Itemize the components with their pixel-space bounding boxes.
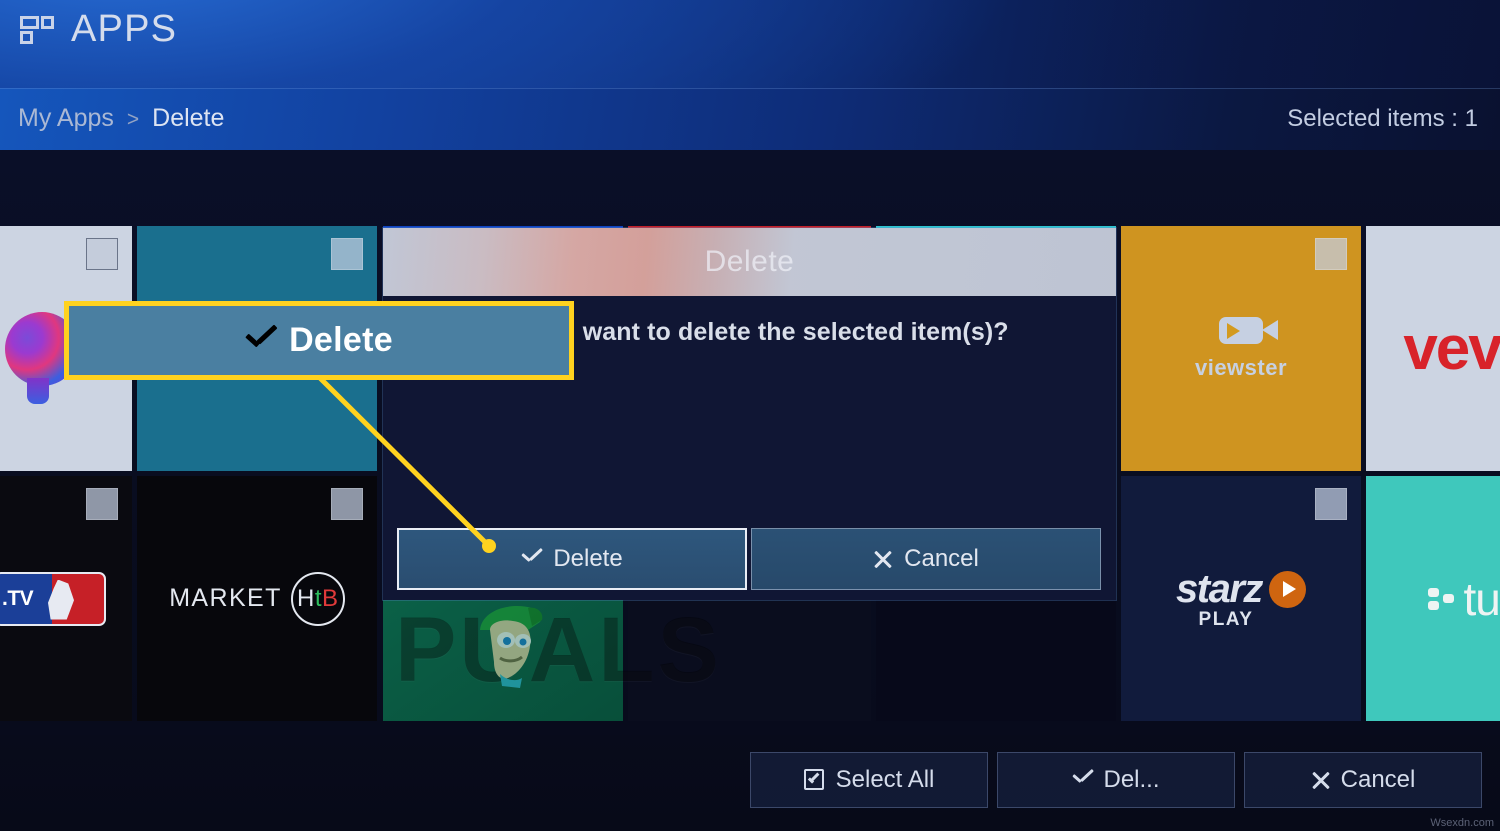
page-title: APPS xyxy=(71,8,178,50)
breadcrumb-bar: My Apps > Delete Selected items : 1 xyxy=(0,88,1500,150)
vevo-label: vevo xyxy=(1403,314,1500,383)
tile-checkbox[interactable] xyxy=(1315,488,1347,520)
mascot-icon xyxy=(480,606,543,688)
video-camera-icon xyxy=(1219,316,1278,344)
check-icon xyxy=(245,330,275,347)
breadcrumb-my-apps[interactable]: My Apps xyxy=(18,104,114,133)
dialog-cancel-label: Cancel xyxy=(904,545,979,572)
vevo-logo: vevo xyxy=(1366,226,1500,471)
hub-t: t xyxy=(314,584,323,612)
delete-button[interactable]: Del... xyxy=(997,752,1235,808)
dialog-cancel-button[interactable]: Cancel xyxy=(751,528,1101,590)
apps-grid-icon xyxy=(20,14,54,45)
cancel-label: Cancel xyxy=(1340,766,1416,793)
app-header-bar: APPS xyxy=(0,0,1500,88)
app-tile-tunein[interactable]: tun xyxy=(1366,476,1500,721)
delete-confirmation-dialog: Delete Do you want to delete the selecte… xyxy=(383,228,1116,600)
mlb-label: .TV xyxy=(2,586,34,610)
viewster-label: viewster xyxy=(1194,354,1288,380)
mlb-badge-icon: .TV xyxy=(0,571,106,626)
tunein-logo: tun xyxy=(1366,476,1500,721)
delete-label: Del... xyxy=(1103,766,1160,793)
bottom-button-row: Select All Del... Cancel xyxy=(750,752,1482,808)
breadcrumb-delete: Delete xyxy=(152,104,225,132)
breadcrumb: My Apps > Delete xyxy=(18,104,224,133)
x-icon xyxy=(873,549,893,569)
play-circle-icon xyxy=(1268,570,1306,608)
app-tile-vevo[interactable]: vevo xyxy=(1366,226,1500,471)
tile-checkbox[interactable] xyxy=(331,238,363,270)
tile-checkbox[interactable] xyxy=(86,238,118,270)
tunein-mark-icon xyxy=(1427,584,1456,614)
hub-b: B xyxy=(322,584,339,612)
tunein-label: tun xyxy=(1463,572,1500,625)
app-tile-starz-play[interactable]: starz PLAY xyxy=(1121,476,1361,721)
app-tile-mlb-tv[interactable]: .TV xyxy=(0,476,132,721)
annotation-callout-delete: Delete xyxy=(64,301,574,380)
tile-checkbox[interactable] xyxy=(1315,238,1347,270)
starz-label: starz xyxy=(1176,566,1263,611)
checkbox-check-icon xyxy=(803,768,826,792)
annotation-callout-label: Delete xyxy=(289,321,393,359)
select-all-button[interactable]: Select All xyxy=(750,752,988,808)
watermark-site: Wsexdn.com xyxy=(1430,817,1494,829)
tile-checkbox[interactable] xyxy=(86,488,118,520)
check-icon xyxy=(1072,772,1093,784)
hub-h: H xyxy=(297,584,315,612)
tile-checkbox[interactable] xyxy=(331,488,363,520)
starz-sublabel: PLAY xyxy=(1198,608,1254,630)
dialog-button-row: Delete Cancel xyxy=(397,528,1101,590)
market-hub-label: MARKET xyxy=(169,584,282,612)
x-icon xyxy=(1311,770,1331,790)
dialog-title: Delete xyxy=(704,245,795,278)
dialog-delete-button[interactable]: Delete xyxy=(397,528,747,590)
check-icon xyxy=(521,551,542,563)
hub-circle-icon: HtB xyxy=(290,571,345,626)
watermark-text: PUALS xyxy=(395,599,722,701)
watermark: PUALS xyxy=(395,598,722,703)
dialog-header: Delete xyxy=(383,228,1116,296)
selected-items-count: Selected items : 1 xyxy=(1287,105,1478,132)
app-tile-viewster[interactable]: viewster xyxy=(1121,226,1361,471)
dialog-delete-label: Delete xyxy=(553,545,623,572)
app-tile-market-hub[interactable]: MARKET HtB xyxy=(137,476,377,721)
chevron-right-icon: > xyxy=(126,108,140,131)
select-all-label: Select All xyxy=(835,766,935,793)
bottom-action-bar: Select All Del... Cancel xyxy=(0,735,1500,831)
header-title-group: APPS xyxy=(20,6,177,52)
cancel-button[interactable]: Cancel xyxy=(1244,752,1482,808)
tv-apps-delete-screen: APPS My Apps > Delete Selected items : 1 xyxy=(0,0,1500,831)
